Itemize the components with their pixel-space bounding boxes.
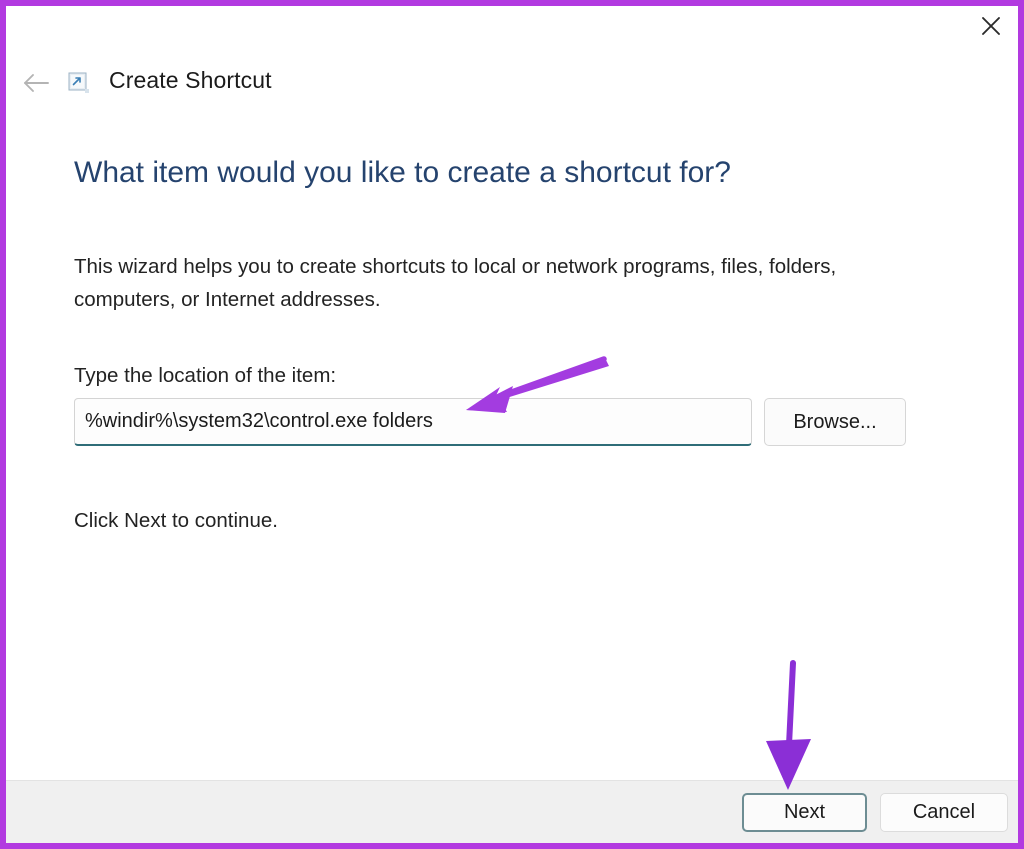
- intro-description: This wizard helps you to create shortcut…: [74, 250, 904, 316]
- footer-bar: Next Cancel: [6, 780, 1018, 843]
- shortcut-icon: [68, 72, 90, 94]
- location-input-wrapper: [74, 398, 752, 446]
- continue-hint: Click Next to continue.: [74, 509, 278, 533]
- location-input[interactable]: [74, 398, 752, 446]
- navigation-row: Create Shortcut: [6, 58, 1018, 108]
- title-bar: [6, 6, 1018, 46]
- next-button[interactable]: Next: [742, 793, 867, 832]
- location-field-label: Type the location of the item:: [74, 364, 336, 388]
- window-inner: Create Shortcut What item would you like…: [6, 6, 1018, 843]
- close-icon[interactable]: [964, 6, 1018, 46]
- page-title: What item would you like to create a sho…: [74, 156, 731, 190]
- cancel-button[interactable]: Cancel: [880, 793, 1008, 832]
- window-title: Create Shortcut: [109, 67, 272, 94]
- create-shortcut-window: Create Shortcut What item would you like…: [0, 0, 1024, 849]
- back-arrow-icon[interactable]: [16, 63, 56, 103]
- browse-button[interactable]: Browse...: [764, 398, 906, 446]
